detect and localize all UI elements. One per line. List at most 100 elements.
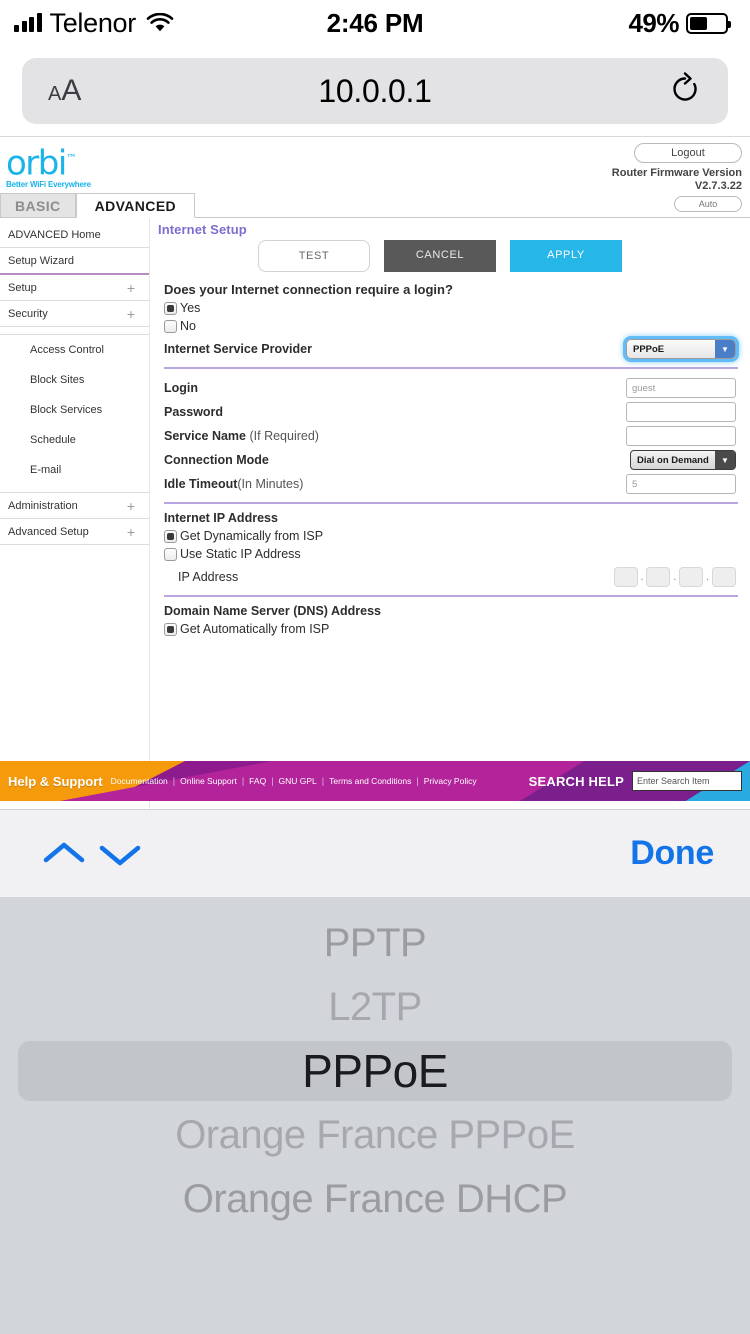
- cellular-signal-icon: [14, 13, 42, 32]
- sidebar-item-email[interactable]: E-mail: [0, 455, 149, 485]
- chevron-down-icon[interactable]: [92, 838, 148, 870]
- radio-checked-icon[interactable]: [164, 301, 177, 315]
- carrier-name: Telenor: [49, 7, 137, 38]
- footer-separator: |: [321, 776, 325, 786]
- chevron-up-icon[interactable]: [36, 838, 92, 870]
- done-button[interactable]: Done: [630, 834, 714, 873]
- radio-checked-icon[interactable]: [164, 529, 177, 543]
- test-button[interactable]: TEST: [258, 240, 370, 272]
- chevron-down-icon: ▼: [715, 451, 735, 470]
- expand-plus-icon[interactable]: +: [127, 498, 135, 514]
- battery-percentage: 49%: [628, 7, 679, 38]
- radio-dns-auto[interactable]: Get Automatically from ISP: [164, 622, 738, 636]
- radio-unchecked-icon[interactable]: [164, 319, 177, 333]
- isp-select[interactable]: PPPoE ▼: [623, 336, 739, 363]
- connection-mode-select[interactable]: Dial on Demand ▼: [630, 450, 736, 471]
- picker-option-pptp[interactable]: PPTP: [0, 911, 750, 975]
- field-label: Login: [164, 381, 199, 395]
- sidebar-item-advanced-setup[interactable]: Advanced Setup +: [0, 519, 149, 545]
- password-input[interactable]: [626, 402, 736, 422]
- help-support-title: Help & Support: [8, 773, 103, 789]
- login-question-label: Does your Internet connection require a …: [164, 282, 453, 297]
- ip-octets-wrap: . . .: [613, 567, 736, 587]
- isp-select-value: PPPoE: [633, 343, 665, 355]
- reload-icon[interactable]: [668, 71, 702, 111]
- sidebar-item-access-control[interactable]: Access Control: [0, 335, 149, 365]
- footer-link-privacy[interactable]: Privacy Policy: [424, 776, 477, 786]
- expand-plus-icon[interactable]: +: [127, 306, 135, 322]
- ip-octet-3[interactable]: [679, 567, 704, 587]
- radio-label: Get Automatically from ISP: [180, 622, 330, 636]
- battery-icon: [686, 12, 731, 34]
- sidebar-item-setup-wizard[interactable]: Setup Wizard: [0, 248, 149, 275]
- login-input[interactable]: guest: [626, 378, 736, 398]
- main-content: Internet Setup TEST CANCEL APPLY Does yo…: [150, 218, 750, 809]
- ip-octet-1[interactable]: [613, 567, 638, 587]
- ios-status-bar: Telenor 2:46 PM 49%: [0, 0, 750, 46]
- service-name-input[interactable]: [626, 426, 736, 446]
- footer-link-documentation[interactable]: Documentation: [111, 776, 168, 786]
- sidebar-item-security[interactable]: Security +: [0, 301, 149, 327]
- sidebar-item-advanced-home[interactable]: ADVANCED Home: [0, 222, 149, 248]
- radio-login-yes[interactable]: Yes: [164, 301, 738, 315]
- address-bar[interactable]: AA 10.0.0.1: [22, 58, 728, 124]
- field-label: Connection Mode: [164, 453, 269, 467]
- ip-octet-2[interactable]: [646, 567, 671, 587]
- sidebar-item-block-sites[interactable]: Block Sites: [0, 365, 149, 395]
- radio-ip-dynamic[interactable]: Get Dynamically from ISP: [164, 529, 738, 543]
- apply-button[interactable]: APPLY: [510, 240, 622, 272]
- radio-label: Yes: [180, 301, 201, 315]
- search-help-input[interactable]: Enter Search Item: [632, 771, 742, 791]
- trademark-symbol: ™: [65, 152, 77, 165]
- search-help-label: SEARCH HELP: [528, 773, 624, 789]
- sidebar-item-block-services[interactable]: Block Services: [0, 395, 149, 425]
- url-text: 10.0.0.1: [318, 72, 432, 109]
- footer-link-online-support[interactable]: Online Support: [180, 776, 237, 786]
- radio-label: Use Static IP Address: [180, 547, 301, 561]
- field-label-text: Service Name: [164, 429, 247, 443]
- tab-advanced[interactable]: ADVANCED: [75, 193, 196, 218]
- logout-button[interactable]: Logout: [634, 143, 742, 163]
- picker-option-orange-france-pppoe[interactable]: Orange France PPPoE: [0, 1103, 750, 1167]
- cancel-button[interactable]: CANCEL: [384, 240, 496, 272]
- footer-separator: |: [416, 776, 419, 786]
- sidebar-spacer: [0, 327, 149, 335]
- footer-link-terms[interactable]: Terms and Conditions: [329, 776, 411, 786]
- sidebar-item-schedule[interactable]: Schedule: [0, 425, 149, 455]
- connection-mode-value: Dial on Demand: [637, 454, 709, 466]
- picker-option-pppoe-selected[interactable]: PPPoE: [0, 1039, 750, 1103]
- field-label-hint: (If Required): [246, 429, 319, 443]
- expand-plus-icon[interactable]: +: [127, 280, 135, 296]
- language-select[interactable]: Auto: [674, 196, 742, 212]
- field-label-hint: (In Minutes): [237, 477, 304, 491]
- firmware-label: Router Firmware Version: [611, 167, 742, 179]
- sidebar-item-label: ADVANCED Home: [8, 229, 101, 241]
- ip-octet-4[interactable]: [712, 567, 736, 587]
- tab-basic[interactable]: BASIC: [0, 193, 76, 217]
- radio-ip-static[interactable]: Use Static IP Address: [164, 547, 738, 561]
- radio-checked-icon[interactable]: [164, 622, 177, 636]
- radio-unchecked-icon[interactable]: [164, 547, 177, 561]
- ip-address-label: IP Address: [178, 570, 239, 584]
- password-input-wrap: [626, 402, 736, 422]
- radio-login-no[interactable]: No: [164, 319, 738, 333]
- footer-link-gnu-gpl[interactable]: GNU GPL: [279, 776, 317, 786]
- footer-link-faq[interactable]: FAQ: [249, 776, 266, 786]
- input-accessory-bar: Done: [0, 809, 750, 897]
- footer-links: Documentation | Online Support | FAQ | G…: [111, 776, 477, 786]
- picker-option-orange-france-dhcp[interactable]: Orange France DHCP: [0, 1167, 750, 1231]
- footer-content: Help & Support Documentation | Online Su…: [0, 761, 750, 801]
- isp-picker-wheel[interactable]: PPTP L2TP PPPoE Orange France PPPoE Oran…: [0, 897, 750, 1334]
- sidebar-item-label: Administration: [8, 500, 78, 512]
- idle-timeout-input[interactable]: 5: [626, 474, 736, 494]
- sidebar-item-label: Security: [8, 308, 48, 320]
- action-button-row: TEST CANCEL APPLY: [258, 240, 738, 272]
- sidebar-item-administration[interactable]: Administration +: [0, 493, 149, 519]
- expand-plus-icon[interactable]: +: [127, 524, 135, 540]
- picker-option-label: Orange France DHCP: [182, 1176, 568, 1221]
- field-login: Login guest: [164, 376, 738, 400]
- ip-dot: .: [706, 571, 709, 583]
- picker-option-l2tp[interactable]: L2TP: [0, 975, 750, 1039]
- sidebar-item-setup[interactable]: Setup +: [0, 275, 149, 301]
- radio-label: Get Dynamically from ISP: [180, 529, 324, 543]
